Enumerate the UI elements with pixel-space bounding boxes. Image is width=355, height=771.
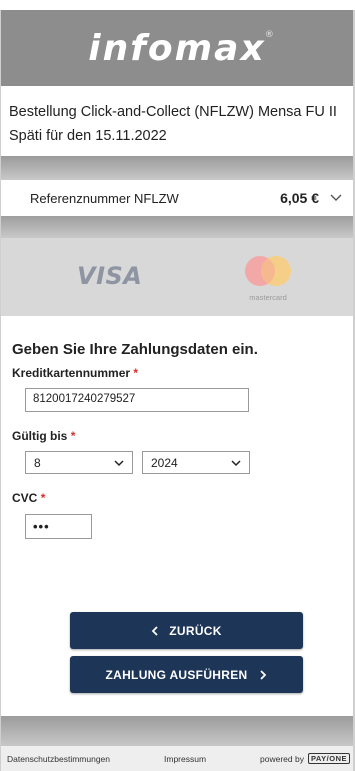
- month-value: 8: [34, 455, 41, 470]
- section-divider: [1, 156, 353, 180]
- registered-mark: ®: [264, 29, 276, 40]
- back-button-label: ZURÜCK: [169, 623, 222, 638]
- pay-button-label: ZAHLUNG AUSFÜHREN: [105, 667, 248, 682]
- required-mark: *: [40, 491, 46, 505]
- card-number-label: Kreditkartennummer *: [12, 366, 138, 380]
- order-description: Bestellung Click-and-Collect (NFLZW) Men…: [1, 86, 353, 156]
- privacy-link[interactable]: Datenschutzbestimmungen: [7, 754, 164, 764]
- pay-button[interactable]: ZAHLUNG AUSFÜHREN: [70, 656, 303, 693]
- mastercard-label: mastercard: [249, 293, 287, 302]
- card-number-label-text: Kreditkartennummer: [12, 366, 131, 380]
- chevron-down-icon[interactable]: [329, 191, 343, 205]
- top-strip: [0, 0, 355, 10]
- powered-by: powered by PAY/ONE: [260, 753, 350, 764]
- chevron-right-icon: [260, 669, 267, 680]
- chevron-down-icon: [114, 459, 124, 466]
- mastercard-icon: [245, 256, 291, 286]
- reference-label: Referenznummer NFLZW: [30, 190, 179, 206]
- payone-logo: PAY/ONE: [307, 753, 350, 764]
- card-logos: VISA mastercard: [1, 238, 353, 316]
- footer: Datenschutzbestimmungen Impressum powere…: [1, 746, 353, 771]
- imprint-link[interactable]: Impressum: [164, 754, 260, 764]
- cvc-input[interactable]: •••: [25, 514, 92, 539]
- footer-divider: [1, 716, 353, 746]
- chevron-left-icon: [151, 625, 158, 636]
- reference-amount: 6,05 €: [280, 190, 319, 206]
- year-value: 2024: [151, 455, 178, 470]
- header: infomax ®: [1, 10, 353, 86]
- visa-logo: VISA: [77, 262, 143, 290]
- brand-logo: infomax ®: [88, 27, 273, 69]
- card-number-input[interactable]: 8120017240279527: [25, 388, 249, 412]
- cvc-label: CVC *: [12, 491, 45, 505]
- required-mark: *: [70, 429, 76, 443]
- required-mark: *: [133, 366, 139, 380]
- back-button[interactable]: ZURÜCK: [70, 612, 303, 649]
- month-select[interactable]: 8: [25, 451, 133, 474]
- valid-until-label-text: Gültig bis: [12, 429, 68, 443]
- brand-logo-text: infomax: [88, 27, 266, 69]
- year-select[interactable]: 2024: [142, 451, 250, 474]
- payment-form: Geben Sie Ihre Zahlungsdaten ein. Kredit…: [1, 316, 353, 716]
- valid-until-label: Gültig bis *: [12, 429, 75, 443]
- powered-by-text: powered by: [260, 753, 304, 764]
- cvc-label-text: CVC: [12, 491, 38, 505]
- form-title: Geben Sie Ihre Zahlungsdaten ein.: [12, 341, 258, 358]
- reference-row[interactable]: Referenznummer NFLZW 6,05 €: [1, 180, 353, 216]
- mastercard-logo: mastercard: [238, 253, 298, 303]
- chevron-down-icon: [231, 459, 241, 466]
- section-divider: [1, 216, 353, 238]
